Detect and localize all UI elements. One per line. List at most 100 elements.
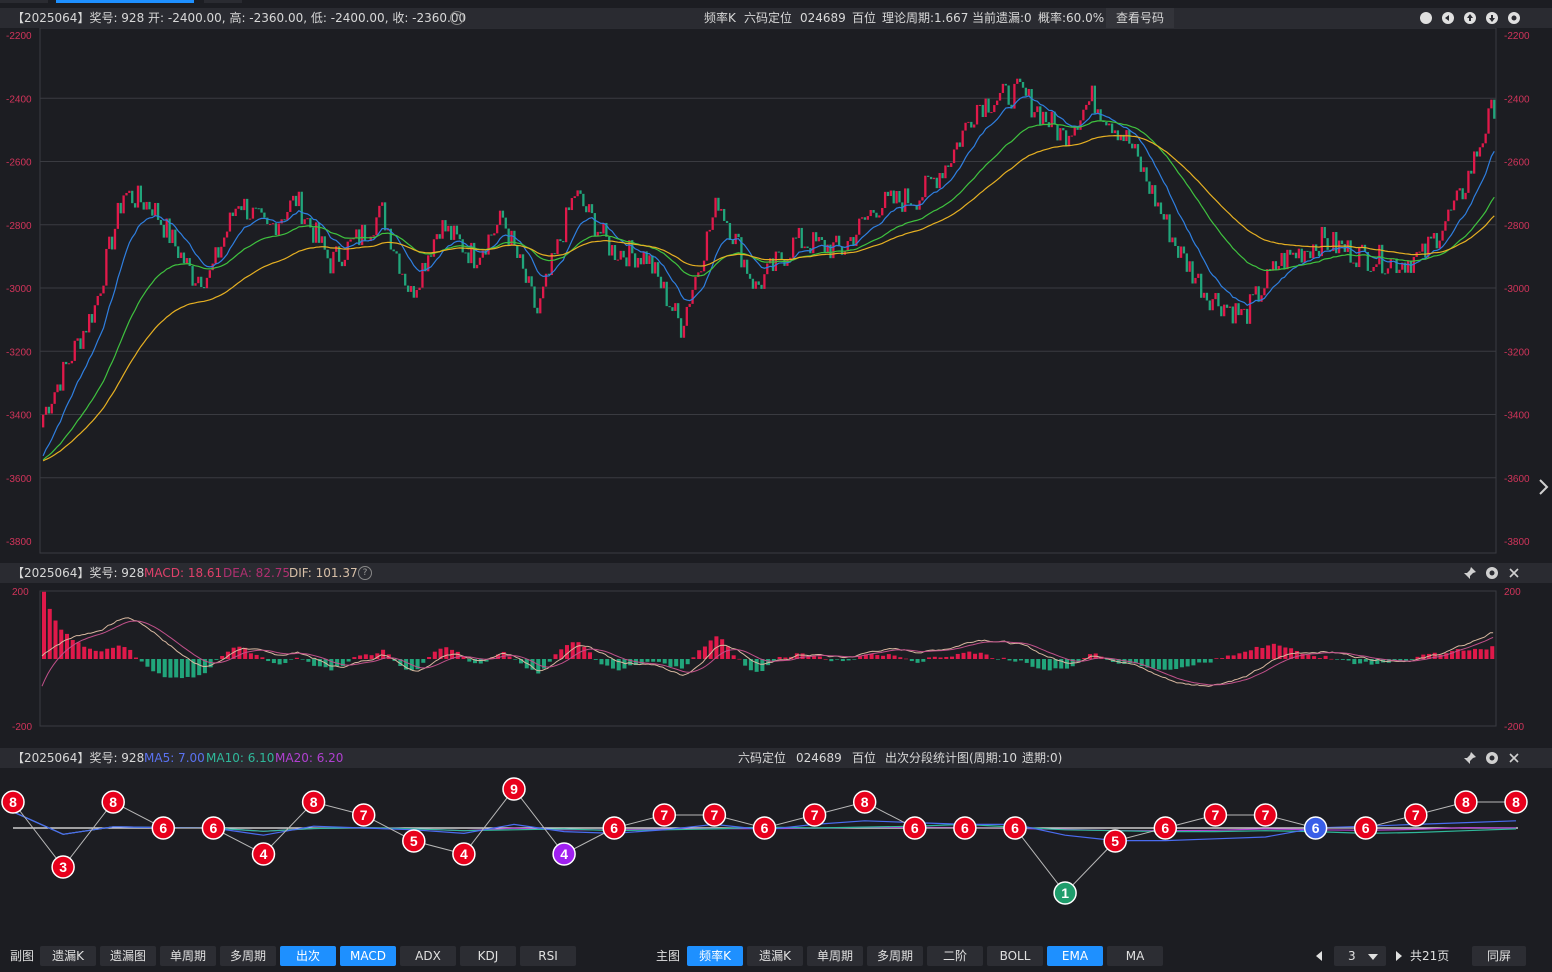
macd-bar	[881, 655, 886, 659]
main-button-miss-k[interactable]: 遗漏K	[747, 946, 803, 966]
sub-button-rsi[interactable]: RSI	[520, 946, 576, 966]
occurrence-node[interactable]: 4	[452, 842, 476, 866]
kline-candle	[1473, 151, 1476, 174]
kline-candle	[521, 254, 525, 269]
kline-candle	[1475, 151, 1479, 157]
occurrence-node[interactable]: 8	[1, 790, 25, 814]
tab-indicator[interactable]	[0, 0, 48, 3]
occurrence-node[interactable]: 8	[101, 790, 125, 814]
occurrence-node[interactable]: 7	[1203, 803, 1228, 827]
settings-icon[interactable]	[1485, 566, 1499, 580]
occurrence-node[interactable]: 7	[351, 803, 376, 827]
occurrence-node[interactable]: 6	[1153, 816, 1178, 840]
kline-candle	[504, 217, 507, 229]
occurrence-node[interactable]: 6	[752, 816, 777, 840]
kline-candle	[1168, 214, 1171, 243]
arrow-down-icon[interactable]	[1485, 11, 1499, 25]
close-icon[interactable]	[1507, 751, 1521, 765]
main-button-second-order[interactable]: 二阶	[927, 946, 983, 966]
occurrence-node[interactable]: 6	[151, 816, 176, 840]
help-icon[interactable]: ?	[358, 566, 372, 580]
occurrence-node[interactable]: 7	[1404, 803, 1428, 827]
main-button-frequency-k[interactable]: 频率K	[687, 946, 743, 966]
issue-label: 【2025064】奖号: 928	[12, 11, 145, 25]
close-icon[interactable]	[1507, 566, 1521, 580]
sub-button-macd[interactable]: MACD	[340, 946, 396, 966]
occurrence-node[interactable]: 3	[51, 855, 75, 879]
occurrence-node[interactable]: 7	[802, 803, 827, 827]
chevron-right-icon[interactable]	[1538, 478, 1550, 496]
prev-page-icon[interactable]	[1314, 950, 1324, 962]
main-button-single-cycle[interactable]: 单周期	[807, 946, 863, 966]
kline-candle	[188, 258, 191, 267]
occurrence-node[interactable]: 7	[1253, 803, 1278, 827]
settings-icon[interactable]	[1507, 11, 1521, 25]
page-select[interactable]: 3	[1334, 946, 1386, 966]
tab-indicator[interactable]	[204, 0, 242, 3]
view-numbers-button[interactable]: 查看号码	[1106, 8, 1175, 28]
main-button-multi-cycle[interactable]: 多周期	[867, 946, 923, 966]
next-page-icon[interactable]	[1394, 950, 1404, 962]
occurrence-node[interactable]: 6	[953, 816, 977, 840]
sub-button-kdj[interactable]: KDJ	[460, 946, 516, 966]
kline-candle	[277, 223, 280, 236]
sub-button-occurrence[interactable]: 出次	[280, 946, 336, 966]
help-icon[interactable]: ?	[450, 11, 464, 25]
occurrence-node[interactable]: 6	[201, 816, 226, 840]
occurrence-node[interactable]: 4	[552, 842, 576, 866]
sub-button-miss-chart[interactable]: 遗漏图	[100, 946, 156, 966]
kline-candle	[122, 195, 125, 214]
occurrence-node[interactable]: 8	[301, 790, 326, 814]
kline-candle	[677, 303, 680, 319]
tab-indicator-active[interactable]	[56, 0, 194, 3]
same-screen-button[interactable]: 同屏	[1472, 946, 1526, 966]
occurrence-node[interactable]: 1	[1053, 881, 1077, 905]
kline-candle	[1447, 209, 1450, 222]
occurrence-node[interactable]: 6	[1353, 816, 1378, 840]
main-button-boll[interactable]: BOLL	[987, 946, 1043, 966]
kline-candle	[705, 231, 709, 261]
occurrence-node[interactable]: 7	[702, 803, 727, 827]
occurrence-node[interactable]: 6	[1003, 816, 1027, 840]
kline-candle	[1211, 299, 1214, 311]
kline-candle	[1110, 123, 1114, 134]
occurrence-node[interactable]: 8	[1504, 790, 1528, 814]
kline-candle	[1191, 261, 1194, 284]
macd-chart[interactable]: 200 -200 200 -200	[0, 583, 1552, 738]
sub-button-multi-cycle[interactable]: 多周期	[220, 946, 276, 966]
kline-candle	[50, 403, 53, 414]
macd-bar	[1036, 659, 1041, 669]
occurrence-node[interactable]: 5	[1103, 829, 1127, 853]
occurrence-node[interactable]: 5	[402, 829, 426, 853]
occurrence-node[interactable]: 4	[251, 842, 276, 866]
kline-candle	[62, 361, 65, 391]
main-kline-chart[interactable]: -2200 -2200 -2400 -2400 -2600 -2600 -2800 -2800…	[0, 28, 1552, 558]
kline-candle	[1174, 237, 1177, 247]
ma10-label: MA10: 6.10	[206, 751, 275, 765]
occurrence-node[interactable]: 6	[602, 816, 626, 840]
pin-icon[interactable]	[1463, 751, 1477, 765]
stat-chart[interactable]: 8 3 8 6 6 4 8 7 5 4 9 4 6 7 7 6 7 8 6 6 6 1 5 6 7 7 6 6 7 8 8	[0, 770, 1552, 935]
compass-icon[interactable]	[1419, 11, 1433, 25]
undo-icon[interactable]	[1441, 11, 1455, 25]
occurrence-node[interactable]: 6	[1303, 816, 1328, 840]
kline-candle	[179, 252, 183, 259]
macd-bar	[840, 659, 845, 662]
occurrence-node[interactable]: 6	[903, 816, 927, 840]
occurrence-node[interactable]: 8	[1454, 790, 1478, 814]
kline-candle	[1289, 249, 1292, 255]
pin-icon[interactable]	[1463, 566, 1477, 580]
main-button-ma[interactable]: MA	[1107, 946, 1163, 966]
kline-candle	[191, 266, 194, 286]
macd-bar	[1220, 658, 1225, 659]
main-button-ema[interactable]: EMA	[1047, 946, 1103, 966]
arrow-up-icon[interactable]	[1463, 11, 1477, 25]
occurrence-node[interactable]: 7	[652, 803, 677, 827]
settings-icon[interactable]	[1485, 751, 1499, 765]
occurrence-node[interactable]: 8	[852, 790, 877, 814]
occurrence-node[interactable]: 9	[502, 777, 526, 801]
sub-button-adx[interactable]: ADX	[400, 946, 456, 966]
macd-bar	[1248, 650, 1253, 659]
sub-button-single-cycle[interactable]: 单周期	[160, 946, 216, 966]
sub-button-miss-k[interactable]: 遗漏K	[40, 946, 96, 966]
